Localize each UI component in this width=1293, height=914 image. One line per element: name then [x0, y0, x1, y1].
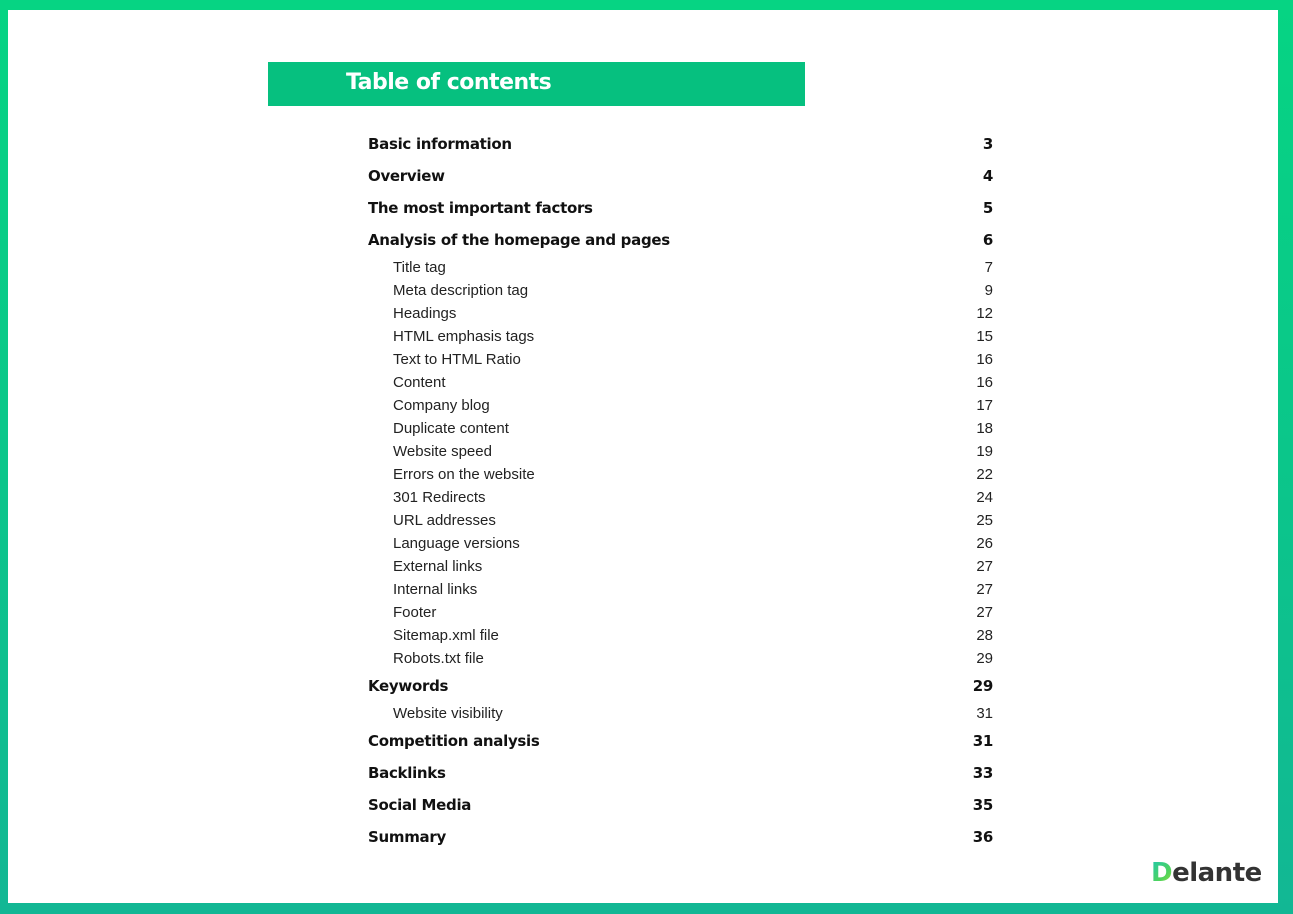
delante-logo: D elante [1151, 858, 1262, 888]
toc-subsection-entry[interactable]: Footer 27 [368, 601, 993, 624]
toc-section-entry[interactable]: Analysis of the homepage and pages 6 [368, 224, 993, 256]
toc-entry-label: The most important factors [368, 199, 593, 217]
toc-entry-page-number: 16 [976, 374, 993, 391]
toc-section-entry[interactable]: Summary 36 [368, 821, 993, 853]
toc-section-entry[interactable]: Overview 4 [368, 160, 993, 192]
toc-entry-label: Company blog [393, 397, 490, 414]
toc-entry-label: Meta description tag [393, 282, 529, 299]
toc-section-entry[interactable]: Social Media 35 [368, 789, 993, 821]
toc-subsection-entry[interactable]: Title tag 7 [368, 256, 993, 279]
toc-entry-page-number: 25 [976, 512, 993, 529]
toc-entry-page-number: 27 [976, 604, 993, 621]
toc-entry-label: Keywords [368, 677, 449, 695]
toc-entry-page-number: 5 [982, 199, 993, 217]
toc-section-entry[interactable]: Competition analysis 31 [368, 725, 993, 757]
toc-entry-page-number: 17 [976, 397, 993, 414]
toc-entry-page-number: 7 [984, 259, 993, 276]
toc-entry-label: Website visibility [393, 705, 503, 722]
toc-section-entry[interactable]: The most important factors 5 [368, 192, 993, 224]
toc-entry-page-number: 15 [976, 328, 993, 345]
toc-entry-label: Errors on the website [393, 466, 535, 483]
toc-entry-page-number: 35 [972, 796, 994, 814]
toc-entry-label: Basic information [368, 135, 512, 153]
toc-entry-label: Headings [393, 305, 457, 322]
page-title: Table of contents [346, 70, 552, 95]
toc-entry-page-number: 24 [976, 489, 993, 506]
toc-entry-label: Backlinks [368, 764, 446, 782]
document-page: Table of contents Basic information 3 Over… [8, 10, 1278, 903]
toc-entry-page-number: 33 [972, 764, 994, 782]
toc-header-band: Table of contents [268, 62, 805, 106]
toc-entry-label: Sitemap.xml file [393, 627, 499, 644]
toc-subsection-entry[interactable]: Robots.txt file 29 [368, 647, 993, 670]
toc-subsection-entry[interactable]: Duplicate content 18 [368, 417, 993, 440]
toc-entry-page-number: 27 [976, 558, 993, 575]
toc-entry-label: External links [393, 558, 483, 575]
toc-subsection-entry[interactable]: Errors on the website 22 [368, 463, 993, 486]
toc-entry-label: Content [393, 374, 446, 391]
toc-entry-label: Website speed [393, 443, 492, 460]
toc-entry-page-number: 36 [972, 828, 994, 846]
toc-entry-page-number: 12 [976, 305, 993, 322]
toc-entry-label: Duplicate content [393, 420, 509, 437]
logo-mark-d: D [1151, 858, 1173, 888]
toc-section-entry[interactable]: Backlinks 33 [368, 757, 993, 789]
toc-entry-page-number: 16 [976, 351, 993, 368]
table-of-contents: Basic information 3 Overview 4 The most impo… [368, 128, 993, 853]
toc-subsection-entry[interactable]: Internal links 27 [368, 578, 993, 601]
toc-entry-page-number: 29 [976, 650, 993, 667]
toc-section-entry[interactable]: Keywords 29 [368, 670, 993, 702]
toc-subsection-entry[interactable]: Company blog 17 [368, 394, 993, 417]
toc-subsection-entry[interactable]: Content 16 [368, 371, 993, 394]
toc-entry-page-number: 9 [984, 282, 993, 299]
toc-entry-label: Language versions [393, 535, 520, 552]
toc-entry-label: Title tag [393, 259, 446, 276]
toc-entry-page-number: 3 [982, 135, 993, 153]
toc-entry-page-number: 22 [976, 466, 993, 483]
toc-entry-label: URL addresses [393, 512, 496, 529]
toc-entry-label: HTML emphasis tags [393, 328, 535, 345]
toc-entry-label: Competition analysis [368, 732, 540, 750]
toc-subsection-entry[interactable]: Sitemap.xml file 28 [368, 624, 993, 647]
toc-entry-label: Summary [368, 828, 446, 846]
logo-text: elante [1172, 858, 1262, 888]
toc-subsection-entry[interactable]: Language versions 26 [368, 532, 993, 555]
toc-subsection-entry[interactable]: External links 27 [368, 555, 993, 578]
toc-entry-label: Overview [368, 167, 445, 185]
toc-entry-page-number: 6 [982, 231, 993, 249]
toc-entry-page-number: 26 [976, 535, 993, 552]
toc-entry-page-number: 4 [982, 167, 993, 185]
toc-entry-page-number: 29 [972, 677, 994, 695]
toc-entry-label: Analysis of the homepage and pages [368, 231, 670, 249]
toc-entry-label: Text to HTML Ratio [393, 351, 521, 368]
toc-entry-page-number: 31 [976, 705, 993, 722]
toc-subsection-entry[interactable]: Text to HTML Ratio 16 [368, 348, 993, 371]
toc-subsection-entry[interactable]: Website visibility 31 [368, 702, 993, 725]
toc-entry-label: Social Media [368, 796, 472, 814]
toc-entry-page-number: 18 [976, 420, 993, 437]
toc-subsection-entry[interactable]: HTML emphasis tags 15 [368, 325, 993, 348]
toc-subsection-entry[interactable]: 301 Redirects 24 [368, 486, 993, 509]
toc-section-entry[interactable]: Basic information 3 [368, 128, 993, 160]
toc-entry-label: 301 Redirects [393, 489, 486, 506]
toc-entry-page-number: 28 [976, 627, 993, 644]
toc-entry-label: Footer [393, 604, 437, 621]
toc-entry-label: Robots.txt file [393, 650, 484, 667]
toc-entry-page-number: 27 [976, 581, 993, 598]
toc-entry-page-number: 31 [972, 732, 994, 750]
toc-subsection-entry[interactable]: Headings 12 [368, 302, 993, 325]
toc-subsection-entry[interactable]: Meta description tag 9 [368, 279, 993, 302]
toc-entry-page-number: 19 [976, 443, 993, 460]
toc-entry-label: Internal links [393, 581, 478, 598]
toc-subsection-entry[interactable]: URL addresses 25 [368, 509, 993, 532]
toc-subsection-entry[interactable]: Website speed 19 [368, 440, 993, 463]
